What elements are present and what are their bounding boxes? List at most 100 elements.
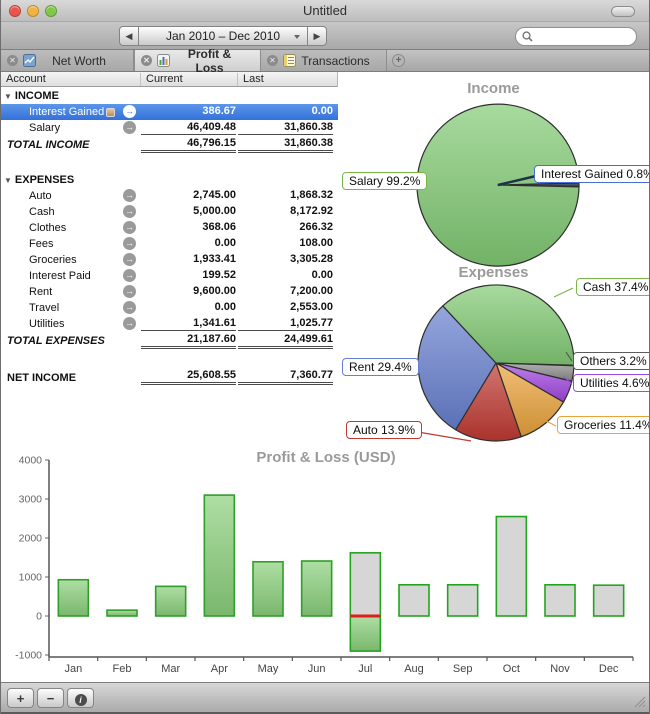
add-button[interactable]: + <box>7 688 34 708</box>
table-row[interactable]: Fees→0.00108.00 <box>1 236 338 252</box>
info-icon: i <box>75 694 87 706</box>
search-input[interactable] <box>537 29 627 44</box>
table-row[interactable]: Clothes→368.06266.32 <box>1 220 338 236</box>
current-value: 386.67 <box>141 104 236 119</box>
prev-period-button[interactable]: ◀ <box>119 26 139 46</box>
current-value: 1,341.61 <box>141 316 236 331</box>
account-name-cell: ▼EXPENSES <box>1 172 141 188</box>
date-range-popup[interactable]: Jan 2010 – Dec 2010 <box>139 26 307 46</box>
table-row: TOTAL INCOME46,796.1531,860.38 <box>1 136 338 154</box>
pie-label-salary: Salary 99.2% <box>342 172 427 190</box>
bar-actual[interactable] <box>58 580 88 616</box>
drilldown-arrow-icon[interactable]: → <box>123 253 136 266</box>
bar-actual[interactable] <box>204 495 234 616</box>
account-label: Rent <box>29 286 52 298</box>
account-name-cell: Groceries <box>1 252 141 268</box>
current-value: 9,600.00 <box>141 284 236 299</box>
drilldown-arrow-icon[interactable]: → <box>123 285 136 298</box>
account-label: Utilities <box>29 318 64 330</box>
drilldown-arrow-icon[interactable]: → <box>123 189 136 202</box>
month-label: Aug <box>404 663 424 675</box>
month-label: Apr <box>211 663 228 675</box>
resize-grip[interactable] <box>632 694 646 708</box>
table-row[interactable]: Utilities → 1,341.611,025.77 <box>1 316 338 332</box>
tab-close-icon[interactable]: ✕ <box>267 55 278 66</box>
account-name-cell: Interest Gained <box>1 104 141 120</box>
table-row <box>1 350 338 368</box>
last-value: 1,025.77 <box>238 316 333 331</box>
bar-projected[interactable] <box>496 517 526 616</box>
drilldown-arrow-icon[interactable]: → <box>123 301 136 314</box>
account-name-cell: Interest Paid <box>1 268 141 284</box>
bar-projected-segment[interactable] <box>350 553 380 616</box>
drilldown-arrow-icon[interactable]: → <box>123 317 136 330</box>
bar-projected[interactable] <box>545 585 575 616</box>
table-row[interactable]: Travel→0.002,553.00 <box>1 300 338 316</box>
table-row: ▼EXPENSES <box>1 172 338 188</box>
drilldown-arrow-icon[interactable]: → <box>123 105 136 118</box>
table-row[interactable]: Rent → 9,600.007,200.00 <box>1 284 338 300</box>
last-value: 7,200.00 <box>238 284 333 299</box>
current-value: 46,409.48 <box>141 120 236 135</box>
month-label: Mar <box>161 663 180 675</box>
drilldown-arrow-icon[interactable]: → <box>123 269 136 282</box>
account-name-cell: Travel <box>1 300 141 316</box>
table-row[interactable]: Interest Gained→ 386.670.00 <box>1 104 338 120</box>
disclosure-triangle-icon[interactable]: ▼ <box>4 176 12 185</box>
bar-projected[interactable] <box>399 585 429 616</box>
search-field[interactable] <box>515 27 637 46</box>
tab-net-worth[interactable]: ✕ Net Worth <box>1 50 134 71</box>
account-name-cell: Rent <box>1 284 141 300</box>
info-button[interactable]: i <box>67 688 94 708</box>
drilldown-arrow-icon[interactable]: → <box>123 121 136 134</box>
table-row[interactable]: Interest Paid→199.520.00 <box>1 268 338 284</box>
bar-actual[interactable] <box>107 610 137 616</box>
bar-projected[interactable] <box>448 585 478 616</box>
last-value <box>238 172 333 187</box>
next-period-button[interactable]: ▶ <box>307 26 327 46</box>
account-label: NET INCOME <box>7 372 76 384</box>
tab-profit-loss[interactable]: ✕ Profit & Loss <box>134 50 261 71</box>
pie-label-groceries: Groceries 11.4% <box>557 416 650 434</box>
tab-label: Profit & Loss <box>175 47 254 75</box>
account-label: Groceries <box>29 254 77 266</box>
account-name-cell: Cash <box>1 204 141 220</box>
current-value: 0.00 <box>141 300 236 315</box>
leader-line <box>554 288 573 297</box>
bar-projected[interactable] <box>594 585 624 616</box>
column-header-current[interactable]: Current <box>141 73 238 86</box>
disclosure-triangle-icon[interactable]: ▼ <box>4 92 12 101</box>
table-row[interactable]: Salary→46,409.4831,860.38 <box>1 120 338 136</box>
date-range-label: Jan 2010 – Dec 2010 <box>166 29 280 43</box>
drilldown-arrow-icon[interactable]: → <box>123 205 136 218</box>
bar-actual[interactable] <box>156 586 186 616</box>
table-row[interactable]: Auto→2,745.001,868.32 <box>1 188 338 204</box>
table-row[interactable]: Groceries→1,933.413,305.28 <box>1 252 338 268</box>
column-header-last[interactable]: Last <box>238 73 338 86</box>
drilldown-arrow-icon[interactable]: → <box>123 237 136 250</box>
new-tab-button[interactable]: + <box>392 54 405 67</box>
table-row[interactable]: Cash→5,000.008,172.92 <box>1 204 338 220</box>
column-header-account[interactable]: Account <box>1 73 141 86</box>
last-value: 1,868.32 <box>238 188 333 203</box>
account-label: Interest Paid <box>29 270 91 282</box>
tab-close-icon[interactable]: ✕ <box>141 55 152 66</box>
bar-actual[interactable] <box>302 561 332 616</box>
account-label: TOTAL EXPENSES <box>7 335 105 347</box>
toolbar-toggle-button[interactable] <box>611 6 635 17</box>
account-label: Salary <box>29 122 60 134</box>
bar-actual[interactable] <box>253 562 283 616</box>
tab-transactions[interactable]: ✕ Transactions <box>261 50 387 71</box>
tab-close-icon[interactable]: ✕ <box>7 55 18 66</box>
last-value: 0.00 <box>238 104 333 119</box>
window-title: Untitled <box>1 3 649 18</box>
y-tick-label: 4000 <box>19 455 43 467</box>
pie-label-cash: Cash 37.4% <box>576 278 650 296</box>
date-navigator: ◀ Jan 2010 – Dec 2010 ▶ <box>119 26 327 46</box>
bar-actual-segment[interactable] <box>350 616 380 651</box>
last-value <box>238 88 333 103</box>
remove-button[interactable]: − <box>37 688 64 708</box>
drilldown-arrow-icon[interactable]: → <box>123 221 136 234</box>
titlebar: Untitled <box>1 0 649 22</box>
current-value: 25,608.55 <box>141 368 236 385</box>
